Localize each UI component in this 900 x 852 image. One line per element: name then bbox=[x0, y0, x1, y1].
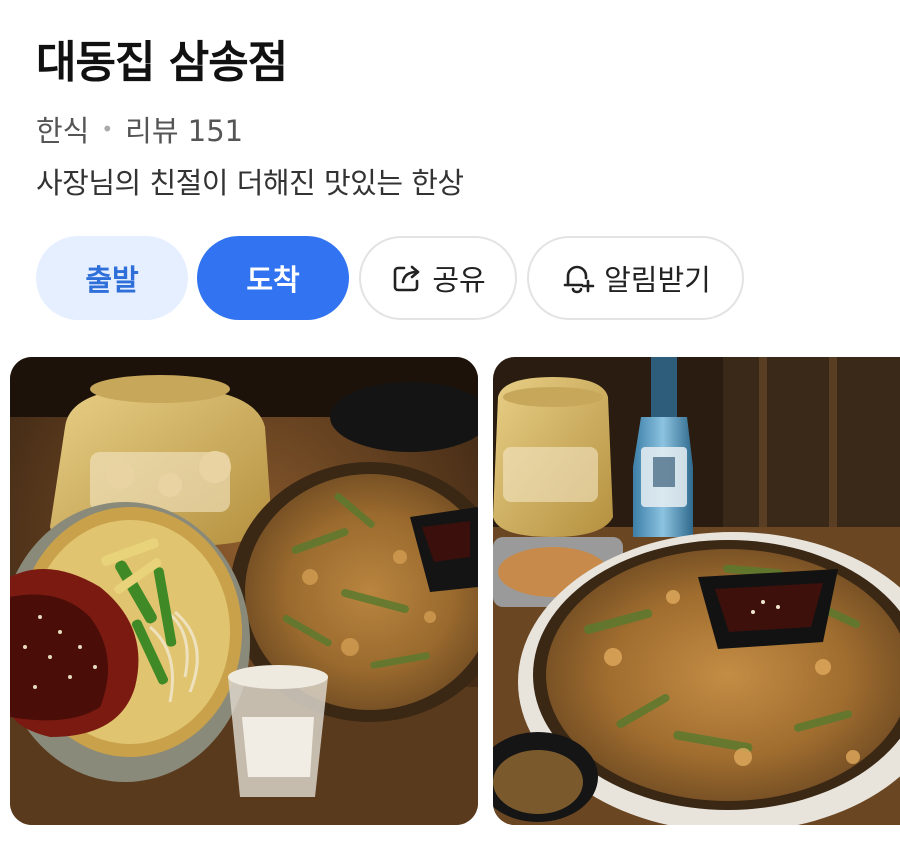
review-count-link[interactable]: 리뷰 151 bbox=[125, 108, 243, 150]
arrive-button[interactable]: 도착 bbox=[197, 236, 349, 320]
depart-button[interactable]: 출발 bbox=[36, 236, 188, 320]
place-title: 대동집 삼송점 bbox=[36, 37, 288, 88]
place-description: 사장님의 친절이 더해진 맛있는 한상 bbox=[36, 166, 464, 200]
share-button[interactable]: 공유 bbox=[359, 236, 517, 320]
photo-food-1-image bbox=[10, 357, 478, 825]
arrive-label: 도착 bbox=[246, 263, 300, 297]
alarm-label: 알림받기 bbox=[604, 263, 711, 297]
photo-food-2[interactable] bbox=[493, 357, 900, 825]
photo-food-1[interactable] bbox=[10, 357, 478, 825]
photo-food-2-image bbox=[493, 357, 900, 825]
bell-plus-icon bbox=[560, 260, 596, 296]
place-meta: 한식 • 리뷰 151 bbox=[36, 108, 243, 150]
share-icon bbox=[390, 261, 424, 295]
depart-label: 출발 bbox=[85, 263, 139, 297]
share-label: 공유 bbox=[432, 263, 486, 297]
category-label: 한식 bbox=[36, 114, 90, 148]
separator-dot: • bbox=[101, 117, 114, 141]
alarm-button[interactable]: 알림받기 bbox=[527, 236, 744, 320]
